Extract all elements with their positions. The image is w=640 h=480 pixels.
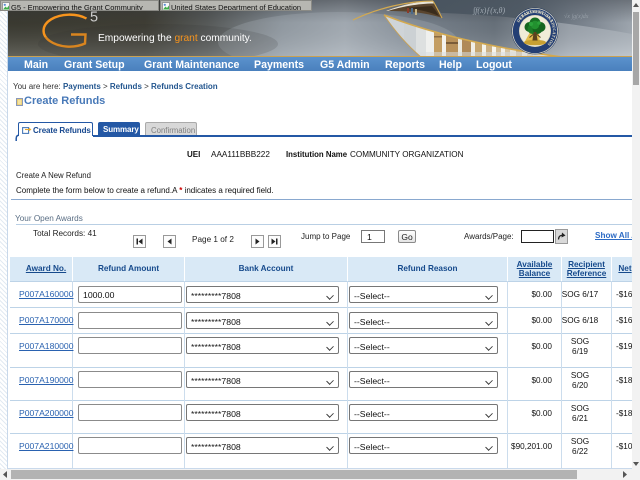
svg-text:√x ∫g(x)dx: √x ∫g(x)dx — [564, 13, 589, 20]
svg-text:5: 5 — [90, 10, 98, 26]
svg-text:∫f(x)ƒ(x,θ): ∫f(x)ƒ(x,θ) — [472, 6, 505, 15]
svg-text:Empowering the grant community: Empowering the grant community. — [98, 33, 252, 44]
